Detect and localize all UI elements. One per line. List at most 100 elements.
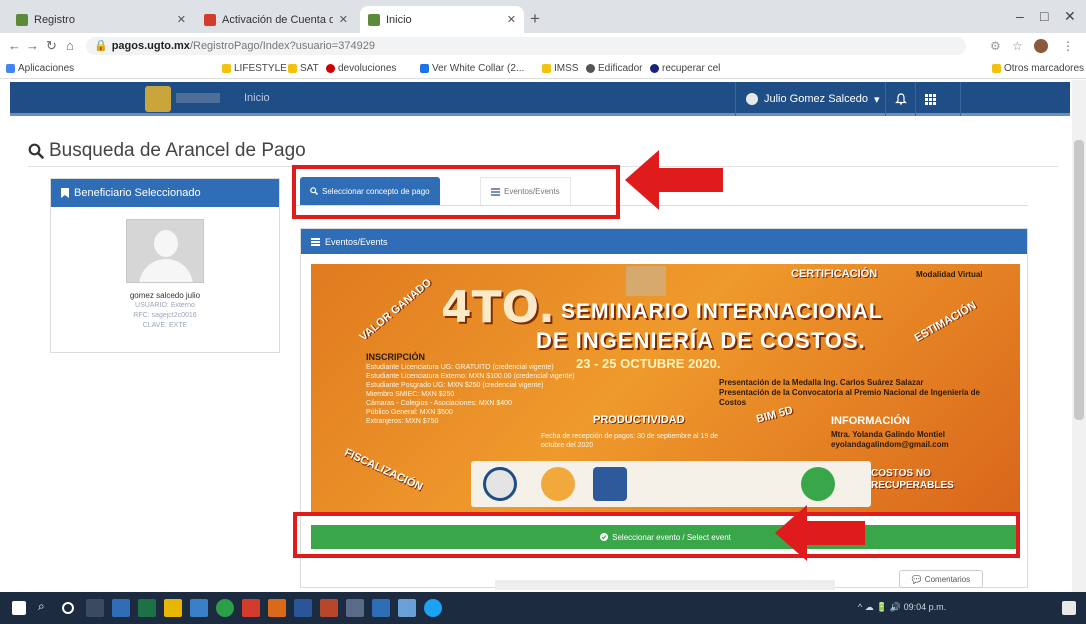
reload-icon[interactable]: ↻ [46, 38, 57, 54]
page-scrollbar[interactable] [1072, 80, 1086, 592]
bookmark-otros[interactable]: Otros marcadores [992, 63, 1084, 74]
registration-line: Estudiante Licenciatura UG: GRATUITO (cr… [366, 364, 554, 371]
tab-favicon-icon [204, 13, 216, 26]
word-icon[interactable] [294, 599, 312, 617]
beneficiary-key-line: CLAVE: EXTE [142, 322, 188, 329]
minimize-icon[interactable]: – [1016, 8, 1024, 24]
search-icon[interactable]: ⌕ [38, 599, 56, 617]
event-poster-image[interactable]: 4TO. SEMINARIO INTERNACIONAL DE INGENIER… [311, 264, 1020, 514]
bookmark-favicon-icon [326, 64, 335, 73]
new-tab-icon[interactable]: + [530, 9, 540, 29]
bookmark-devoluciones[interactable]: devoluciones [326, 63, 396, 74]
notification-center-icon[interactable] [1062, 601, 1076, 615]
maximize-icon[interactable]: □ [1040, 8, 1048, 24]
home-icon[interactable]: ⌂ [66, 38, 74, 53]
avatar-body [139, 259, 193, 282]
url-field[interactable]: 🔒 pagos.ugto.mx/RegistroPago/Index?usuari… [86, 37, 966, 55]
taskbar-app-icon[interactable] [190, 599, 208, 617]
presentation-line: Presentación de la Convocatoria al Premi… [719, 388, 980, 407]
poster-payment-note: Fecha de recepción de pagos: 30 de septi… [541, 433, 719, 449]
tab-title: Registro [34, 13, 75, 26]
nav-divider [960, 82, 961, 116]
profile-avatar-icon[interactable] [1034, 39, 1048, 53]
bookmark-sat[interactable]: SAT [288, 63, 319, 74]
arrow-left-icon [775, 505, 865, 561]
folder-icon [542, 64, 551, 73]
bookmark-favicon-icon [420, 64, 429, 73]
chrome-icon[interactable] [216, 599, 234, 617]
file-explorer-icon[interactable] [164, 599, 182, 617]
folder-icon [992, 64, 1001, 73]
bookmarks-bar: Aplicaciones LIFESTYLE SAT devoluciones … [0, 59, 1086, 79]
powerpoint-icon[interactable] [320, 599, 338, 617]
info-line: eyolandagalindom@gmail.com [831, 440, 949, 449]
bookmark-label: IMSS [554, 63, 579, 74]
excel-icon[interactable] [138, 599, 156, 617]
taskbar-app-icon[interactable] [346, 599, 364, 617]
beneficiary-header-text: Beneficiario Seleccionado [74, 187, 201, 199]
highlight-box-select-button [293, 512, 1020, 558]
windows-taskbar: ⌕ ^ ☁ 🔋 🔊 09:04 p.m. [0, 592, 1086, 624]
bookmark-star-icon[interactable]: ☆ [1012, 39, 1023, 53]
bookmark-recuperar-cel[interactable]: recuperar cel [650, 63, 720, 74]
poster-modality: Modalidad Virtual [916, 270, 983, 279]
taskbar-app-icon[interactable] [372, 599, 390, 617]
beneficiary-avatar [126, 219, 204, 283]
poster-tag: ESTIMACIÓN [912, 299, 979, 345]
user-menu[interactable]: Julio Gomez Salcedo ▾ [735, 82, 889, 116]
poster-presentations: Presentación de la Medalla Ing. Carlos S… [719, 378, 989, 408]
user-avatar-icon [746, 93, 758, 105]
tab-title: Inicio [386, 13, 412, 26]
taskbar-app-icon[interactable] [112, 599, 130, 617]
taskbar-app-icon[interactable] [268, 599, 286, 617]
bookmark-lifestyle[interactable]: LIFESTYLE [222, 63, 287, 74]
tab-close-icon[interactable]: ✕ [177, 13, 186, 26]
chevron-down-icon: ▾ [873, 93, 880, 106]
registration-line: Estudiante Licenciatura Externo: MXN $10… [366, 373, 575, 380]
bookmark-white-collar[interactable]: Ver White Collar (2... [420, 63, 524, 74]
tab-close-icon[interactable]: ✕ [339, 13, 348, 26]
sponsor-logo [483, 467, 517, 501]
taskbar-app-icon[interactable] [424, 599, 442, 617]
task-view-icon[interactable] [86, 599, 104, 617]
poster-tag: COSTOS NO RECUPERABLES [871, 468, 954, 491]
beneficiary-rfc-line: RFC: sagejct2c0016 [133, 312, 197, 319]
close-window-icon[interactable]: ✕ [1064, 8, 1076, 25]
content-placeholder [495, 580, 835, 590]
extension-icon[interactable]: ⚙ [990, 39, 1001, 53]
tab-close-icon[interactable]: ✕ [507, 13, 516, 26]
browser-tab-inicio[interactable]: Inicio ✕ [360, 6, 524, 33]
address-bar: ← → ↻ ⌂ 🔒 pagos.ugto.mx/RegistroPago/Inde… [0, 33, 1086, 59]
taskbar-app-icon[interactable] [242, 599, 260, 617]
back-icon[interactable]: ← [8, 38, 21, 53]
nav-link-inicio[interactable]: Inicio [244, 92, 270, 104]
bookmark-apps[interactable]: Aplicaciones [6, 63, 74, 74]
poster-title-line2: DE INGENIERÍA DE COSTOS. [536, 328, 866, 353]
scrollbar-thumb[interactable] [1074, 140, 1084, 420]
comments-label: Comentarios [924, 574, 971, 584]
system-tray[interactable]: ^ ☁ 🔋 🔊 09:04 p.m. [858, 602, 946, 613]
windows-start-icon[interactable] [12, 601, 26, 615]
registration-line: Miembro SMIEC: MXN $250 [366, 391, 455, 398]
poster-sponsor-logos [471, 461, 871, 507]
folder-icon [222, 64, 231, 73]
university-logo[interactable] [145, 86, 171, 112]
notifications-bell-icon[interactable] [885, 82, 915, 116]
search-icon [28, 143, 44, 159]
bookmark-edificador[interactable]: Edificador [586, 63, 642, 74]
events-panel-header: Eventos/Events [301, 229, 1027, 254]
bookmark-label: SAT [300, 63, 319, 74]
registration-line: Estudiante Posgrado UG: MXN $250 (creden… [366, 382, 544, 389]
browser-tab-registro[interactable]: Registro ✕ [8, 6, 194, 33]
comments-button[interactable]: 💬 Comentarios [899, 570, 983, 588]
presentation-line: Presentación de la Medalla Ing. Carlos S… [719, 378, 924, 387]
apps-grid-icon[interactable] [915, 82, 945, 116]
browser-menu-icon[interactable]: ⋮ [1062, 39, 1074, 53]
forward-icon[interactable]: → [26, 38, 39, 53]
page-title: Busqueda de Arancel de Pago [28, 140, 306, 162]
cortana-icon[interactable] [62, 602, 74, 614]
browser-tab-activacion[interactable]: Activación de Cuenta de Estudiante ✕ [196, 6, 356, 33]
bookmark-imss[interactable]: IMSS [542, 63, 578, 74]
taskbar-app-icon[interactable] [398, 599, 416, 617]
comment-icon: 💬 [911, 574, 922, 584]
